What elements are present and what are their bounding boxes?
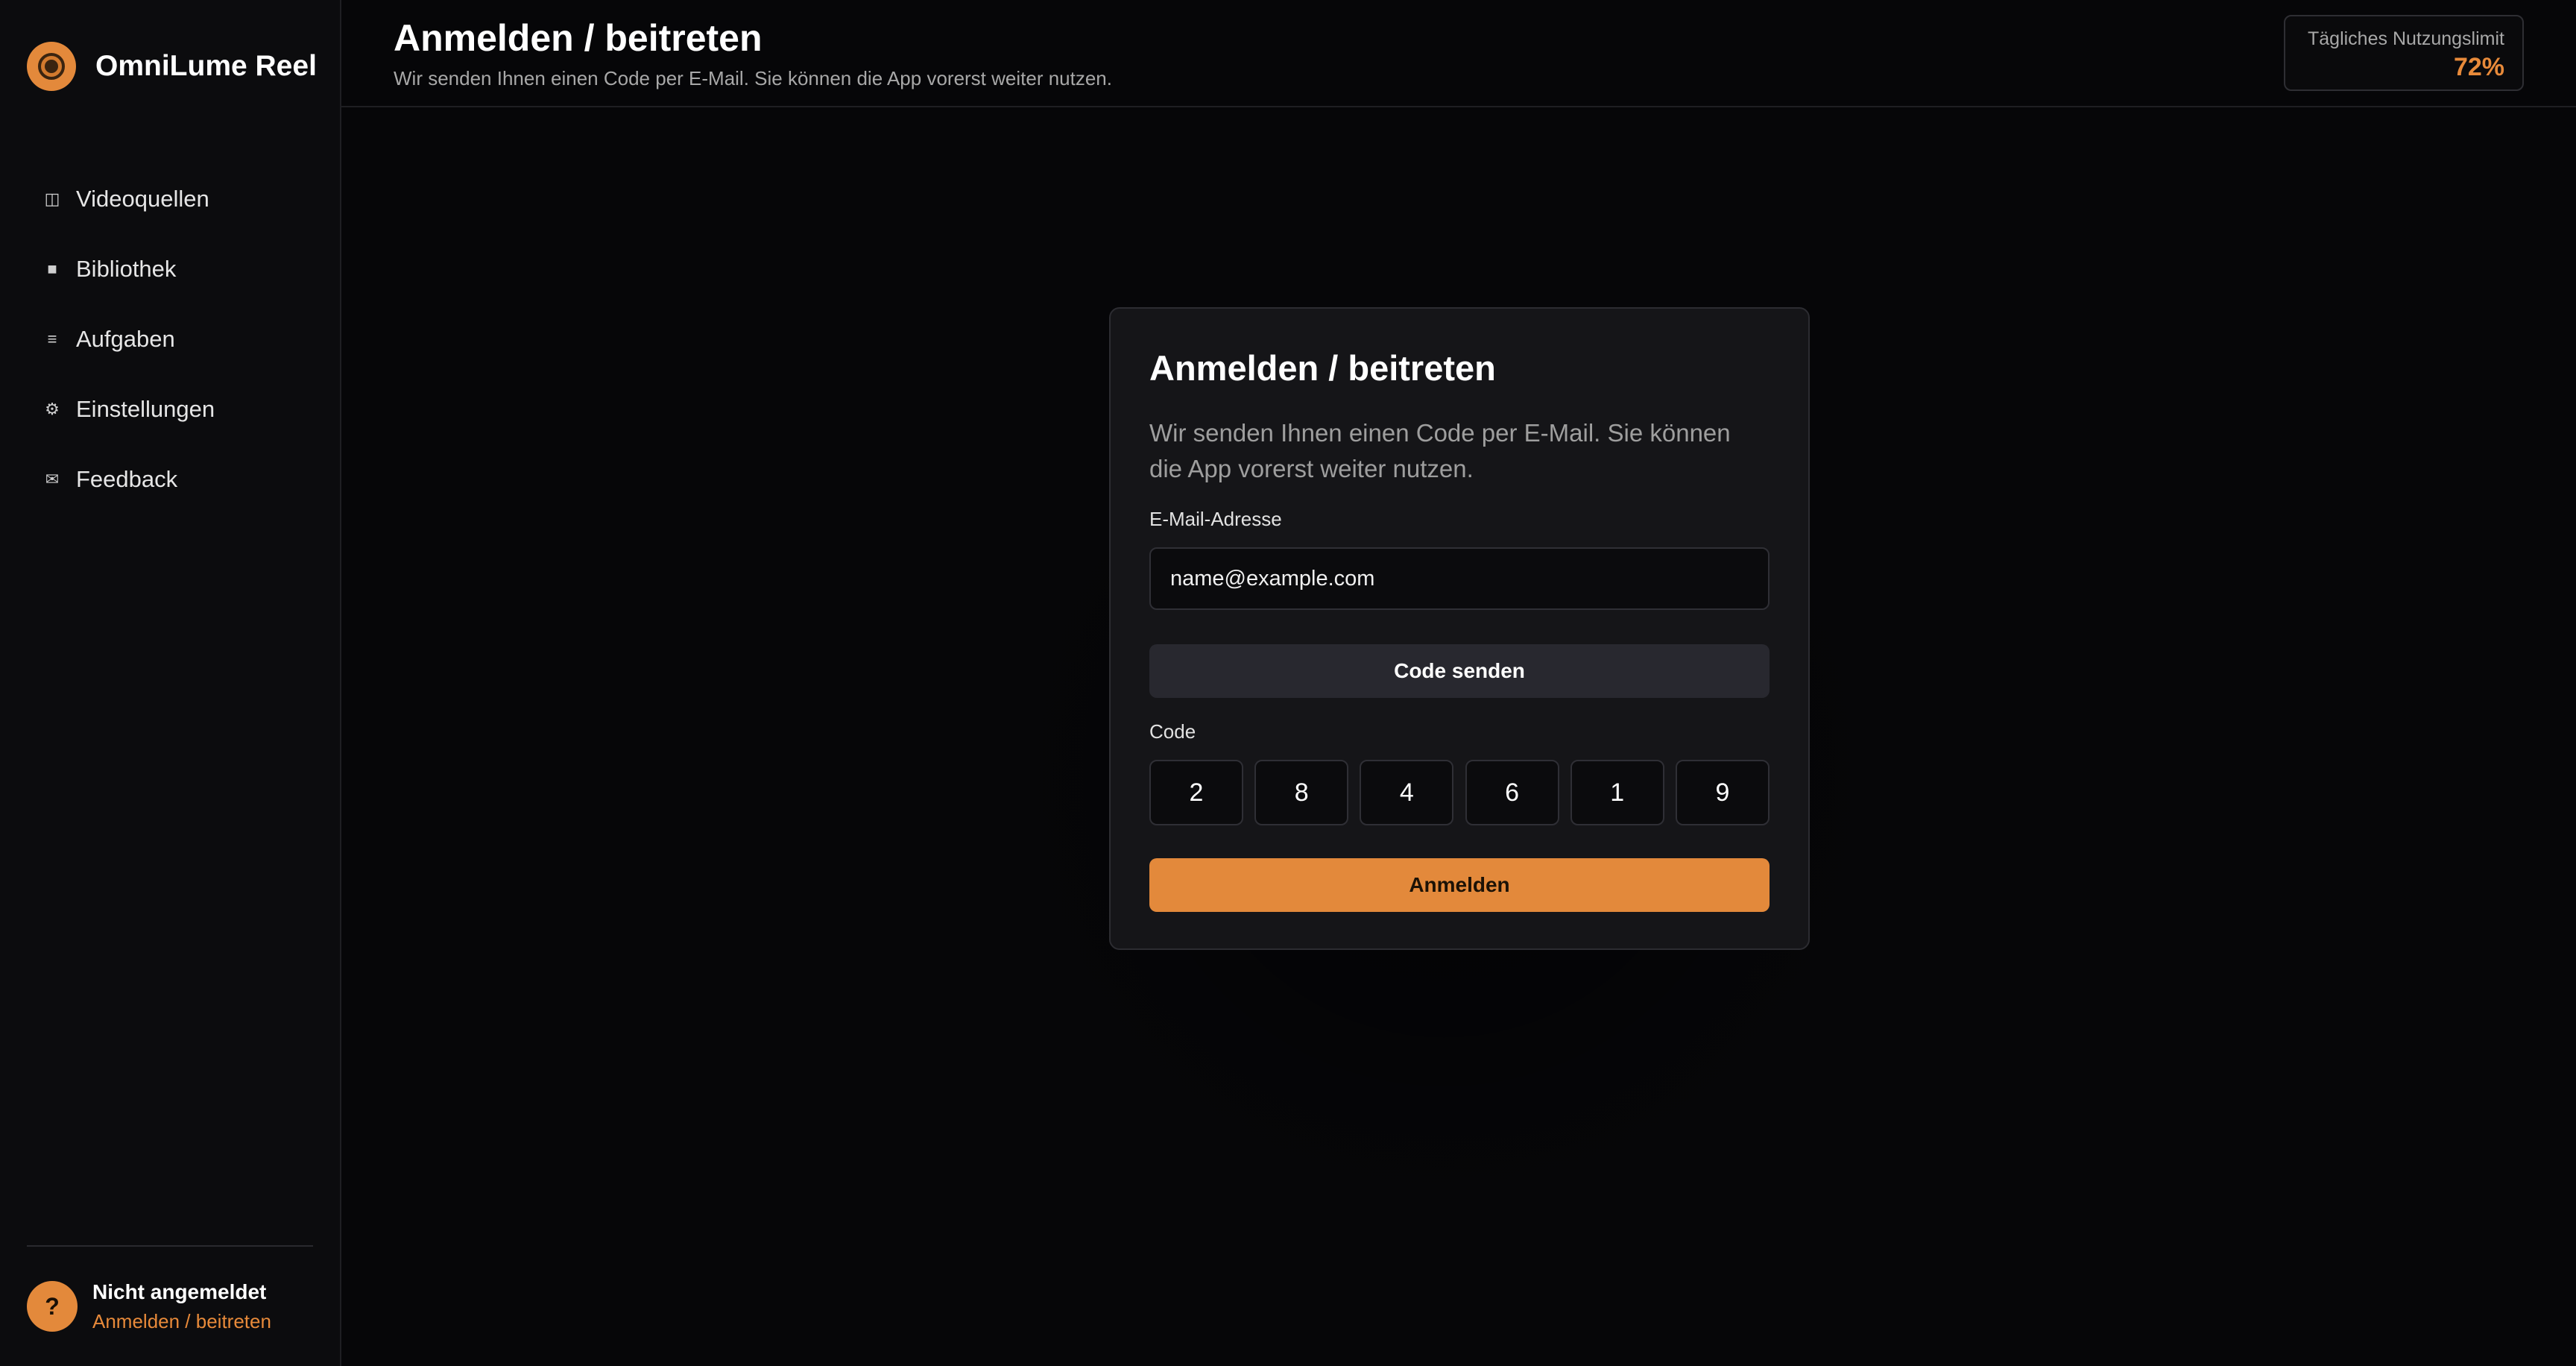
sign-in-button[interactable]: Anmelden [1149,858,1770,912]
brand: OmniLume Reel [27,42,317,91]
aperture-icon [27,42,76,91]
sidebar-item-label: Bibliothek [76,256,177,282]
send-code-button[interactable]: Code senden [1149,644,1770,698]
app-name: OmniLume Reel [95,50,317,82]
usage-limit-value: 72% [2453,53,2504,81]
user-meta: Nicht angemeldet Anmelden / beitreten [92,1280,271,1333]
login-card: Anmelden / beitreten Wir senden Ihnen ei… [1109,307,1810,950]
sidebar-nav: ◫ Videoquellen ■ Bibliothek ≡ Aufgaben ⚙… [0,164,340,514]
sign-in-link[interactable]: Anmelden / beitreten [92,1310,271,1333]
sidebar-item-bibliothek[interactable]: ■ Bibliothek [0,234,340,304]
sidebar-item-einstellungen[interactable]: ⚙ Einstellungen [0,374,340,444]
sidebar-item-label: Aufgaben [76,326,175,352]
main-content: Anmelden / beitreten Wir senden Ihnen ei… [341,0,2576,1366]
login-status: Nicht angemeldet [92,1280,267,1303]
sidebar-item-label: Feedback [76,466,178,492]
login-card-description: Wir senden Ihnen einen Code per E-Mail. … [1149,419,1731,482]
sidebar: OmniLume Reel ◫ Videoquellen ■ Bibliothe… [0,0,341,1366]
gear-icon: ⚙ [45,400,60,418]
login-card-title: Anmelden / beitreten [1149,348,1496,388]
code-digit-4[interactable]: 6 [1465,760,1559,825]
square-icon: ■ [47,259,57,278]
code-digit-3[interactable]: 4 [1360,760,1454,825]
mail-icon: ✉ [45,470,60,488]
user-panel: ? Nicht angemeldet Anmelden / beitreten [27,1245,313,1366]
code-digit-6[interactable]: 9 [1675,760,1770,825]
code-label: Code [1149,720,1196,743]
usage-limit-badge: Tägliches Nutzungslimit 72% [2284,15,2524,91]
list-icon: ≡ [47,330,57,348]
code-digit-2[interactable]: 8 [1254,760,1349,825]
columns-icon: ◫ [44,189,60,208]
page-subtitle: Wir senden Ihnen einen Code per E-Mail. … [394,67,1112,89]
code-digit-5[interactable]: 1 [1570,760,1664,825]
sidebar-item-label: Videoquellen [76,186,209,212]
topbar: Anmelden / beitreten Wir senden Ihnen ei… [341,0,2576,107]
avatar[interactable]: ? [27,1281,78,1332]
sidebar-item-feedback[interactable]: ✉ Feedback [0,444,340,514]
code-digit-1[interactable]: 2 [1149,760,1243,825]
code-input-group: 2 8 4 6 1 9 [1149,760,1770,825]
sidebar-item-videoquellen[interactable]: ◫ Videoquellen [0,164,340,234]
usage-limit-label: Tägliches Nutzungslimit [2308,28,2504,49]
email-label: E-Mail-Adresse [1149,508,1282,530]
page-title: Anmelden / beitreten [394,17,763,59]
sidebar-item-label: Einstellungen [76,396,215,422]
email-field[interactable] [1149,547,1770,610]
sidebar-item-aufgaben[interactable]: ≡ Aufgaben [0,304,340,374]
app-window: OmniLume Reel ◫ Videoquellen ■ Bibliothe… [0,0,2576,1366]
